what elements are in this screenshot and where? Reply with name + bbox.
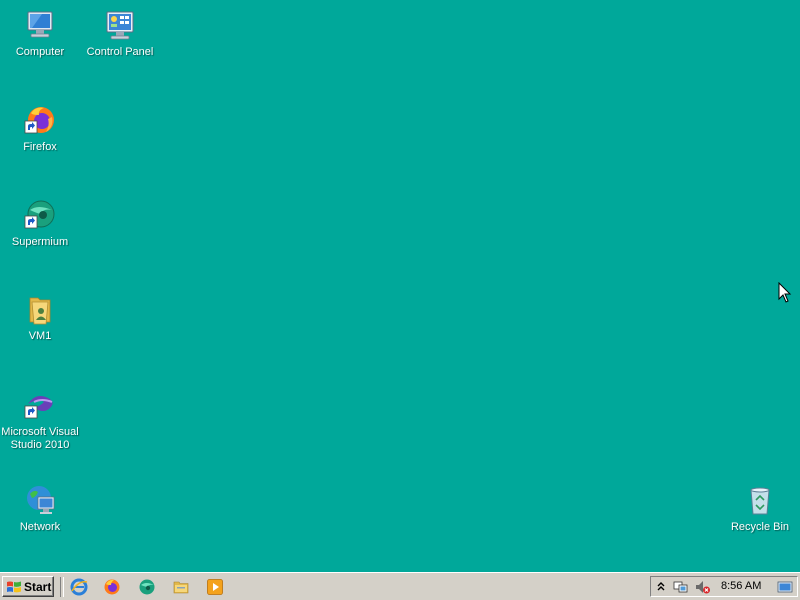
- computer-icon: [22, 8, 58, 44]
- desktop-icon-label: Supermium: [11, 236, 69, 248]
- clock[interactable]: 8:56 AM: [721, 580, 761, 592]
- desktop: Computer Control Panel Firefox Supermium…: [0, 0, 800, 572]
- desktop-icon-label: Control Panel: [86, 46, 154, 58]
- firefox-icon: [22, 103, 58, 139]
- desktop-icon-recycle-bin[interactable]: Recycle Bin: [720, 483, 800, 534]
- desktop-icon-visual-studio[interactable]: Microsoft Visual Studio 2010: [0, 388, 80, 452]
- desktop-icon-label: Microsoft Visual Studio 2010: [1, 426, 79, 451]
- system-tray: 8:56 AM: [650, 576, 798, 597]
- desktop-icon-vm1[interactable]: VM1: [0, 292, 80, 343]
- desktop-icon-firefox[interactable]: Firefox: [0, 103, 80, 154]
- desktop-icon-computer[interactable]: Computer: [0, 8, 80, 59]
- taskbar: Start 8:56 AM: [0, 572, 800, 600]
- network-status-icon[interactable]: [673, 579, 689, 595]
- desktop-icon-supermium[interactable]: Supermium: [0, 198, 80, 249]
- visual-studio-icon: [22, 388, 58, 424]
- desktop-icon-label: VM1: [28, 330, 52, 342]
- control-panel-icon: [102, 8, 138, 44]
- desktop-icon-label: Computer: [15, 46, 65, 58]
- desktop-icon-control-panel[interactable]: Control Panel: [80, 8, 160, 59]
- desktop-icon-label: Recycle Bin: [730, 521, 790, 533]
- mouse-cursor-icon: [778, 282, 792, 303]
- network-icon: [22, 483, 58, 519]
- media-player-icon[interactable]: [206, 578, 224, 596]
- desktop-icon-network[interactable]: Network: [0, 483, 80, 534]
- start-label: Start: [24, 579, 52, 594]
- firefox-icon[interactable]: [103, 578, 121, 596]
- volume-muted-icon[interactable]: [695, 579, 711, 595]
- supermium-icon: [22, 198, 58, 234]
- desktop-icon-label: Firefox: [23, 141, 57, 153]
- show-desktop-icon[interactable]: [777, 579, 793, 595]
- windows-logo-icon: [7, 581, 21, 592]
- quick-launch-separator: [60, 577, 64, 597]
- recycle-bin-icon: [742, 483, 778, 519]
- folder-icon: [22, 292, 58, 328]
- show-hidden-icon[interactable]: [653, 579, 669, 595]
- desktop-icon-label: Network: [19, 521, 61, 533]
- file-explorer-icon[interactable]: [172, 578, 190, 596]
- start-button[interactable]: Start: [2, 576, 54, 597]
- internet-explorer-icon[interactable]: [70, 578, 88, 596]
- supermium-icon[interactable]: [138, 578, 156, 596]
